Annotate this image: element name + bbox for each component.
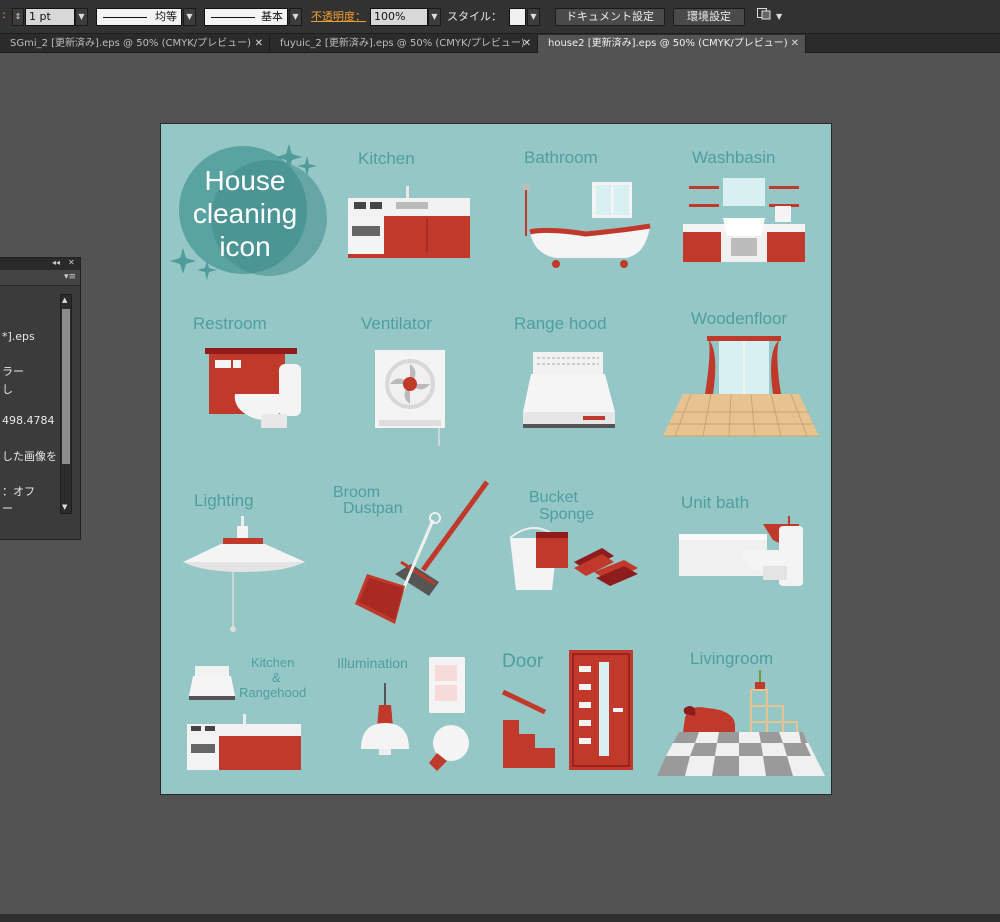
unitbath-label: Unit bath [681, 493, 750, 512]
opacity-label[interactable]: 不透明度： [311, 8, 366, 26]
illumination-icon [357, 657, 473, 781]
ventilator-label: Ventilator [361, 314, 432, 333]
rangehood-icon [521, 350, 617, 434]
page-title: House cleaning icon [175, 164, 315, 263]
profile-label: 均等 [155, 10, 177, 23]
washbasin-label: Washbasin [692, 148, 776, 167]
control-toolbar: : ⇕ 1 pt ▼ 均等 ▼ 基本 ▼ 不透明度： 100% ▼ スタイル： … [0, 0, 1000, 34]
close-icon[interactable]: ✕ [68, 258, 75, 267]
document-tab-bar: SGmi_2 [更新済み].eps @ 50% (CMYK/プレビュー) ✕ f… [0, 34, 1000, 53]
stroke-weight-dropdown[interactable]: ▼ [75, 8, 88, 26]
door-icon [501, 648, 637, 778]
panel-scrollbar[interactable]: ▲ ▼ [60, 294, 72, 514]
tab-label: house2 [更新済み].eps @ 50% (CMYK/プレビュー) [548, 38, 788, 49]
unitbath-icon [679, 514, 809, 592]
opacity-dropdown[interactable]: ▼ [428, 8, 441, 26]
washbasin-icon [681, 178, 807, 268]
rangehood-label: Range hood [514, 314, 607, 333]
tab-sgmi[interactable]: SGmi_2 [更新済み].eps @ 50% (CMYK/プレビュー) ✕ [0, 35, 270, 53]
artboard[interactable]: House cleaning icon Kitchen Bathroom Was… [160, 123, 832, 795]
panel-header[interactable]: ◂◂ ✕ [0, 258, 80, 270]
scroll-thumb[interactable] [62, 309, 70, 464]
restroom-icon [205, 346, 305, 436]
profile-dropdown[interactable]: ▼ [183, 8, 196, 26]
panel-text: 498.4784 [2, 414, 55, 427]
livingroom-icon [655, 668, 827, 780]
panel-text: し [2, 383, 13, 396]
panel-tab-strip: ▾≡ [0, 270, 80, 286]
restroom-label: Restroom [193, 314, 267, 333]
kitchen-label: Kitchen [358, 149, 415, 168]
panel-text: *].eps [2, 330, 35, 343]
preferences-button[interactable]: 環境設定 [673, 8, 745, 26]
close-icon[interactable]: ✕ [523, 35, 531, 53]
panel-text: ー [2, 502, 13, 515]
document-setup-button[interactable]: ドキュメント設定 [555, 8, 665, 26]
panel-text: した画像を [2, 450, 57, 463]
sponge-label: Sponge [539, 506, 595, 523]
title-line: cleaning [192, 198, 298, 229]
brush-definition[interactable]: 基本 [204, 8, 288, 26]
style-swatch[interactable] [509, 8, 526, 26]
kitchen-rangehood-icon [185, 662, 305, 778]
close-icon[interactable]: ✕ [791, 35, 799, 53]
arrange-documents-icon[interactable]: ▼ [757, 8, 787, 26]
scroll-down-icon[interactable]: ▼ [62, 503, 67, 511]
livingroom-label: Livingroom [690, 649, 774, 668]
close-icon[interactable]: ✕ [255, 35, 263, 53]
woodenfloor-icon [661, 336, 821, 442]
bucket-sponge-icon [506, 526, 646, 600]
style-label: スタイル： [447, 10, 502, 23]
brush-label: 基本 [261, 10, 283, 23]
lighting-icon [181, 516, 307, 638]
bathroom-icon [516, 180, 656, 276]
panel-text: ラー [2, 365, 24, 378]
tab-label: fuyuic_2 [更新済み].eps @ 50% (CMYK/プレビュー) [280, 38, 525, 49]
ventilator-icon [373, 348, 447, 452]
broom-dustpan-icon [349, 478, 495, 632]
scroll-up-icon[interactable]: ▲ [62, 296, 67, 304]
title-line: House [204, 165, 286, 196]
variable-width-profile[interactable]: 均等 [96, 8, 182, 26]
brush-dropdown[interactable]: ▼ [289, 8, 302, 26]
stroke-label-fragment: : [2, 8, 6, 21]
collapse-icon[interactable]: ◂◂ [52, 258, 60, 267]
panel-text: ：オフ [2, 485, 35, 498]
opacity-field[interactable]: 100% [370, 8, 428, 26]
tab-label: SGmi_2 [更新済み].eps @ 50% (CMYK/プレビュー) [10, 38, 252, 49]
title-line: icon [219, 231, 271, 262]
bathroom-label: Bathroom [524, 148, 598, 167]
bucket-label: Bucket [529, 489, 578, 506]
style-dropdown[interactable]: ▼ [527, 8, 540, 26]
lighting-label: Lighting [194, 491, 254, 510]
stroke-stepper[interactable]: ⇕ [12, 8, 24, 26]
tab-fuyuic[interactable]: fuyuic_2 [更新済み].eps @ 50% (CMYK/プレビュー) ✕ [270, 35, 538, 53]
stroke-weight-field[interactable]: 1 pt [25, 8, 75, 26]
tab-house2[interactable]: house2 [更新済み].eps @ 50% (CMYK/プレビュー) ✕ [538, 35, 806, 53]
panel-menu-icon[interactable]: ▾≡ [64, 272, 76, 282]
kitchen-icon [344, 182, 474, 262]
document-info-panel: ◂◂ ✕ ▾≡ *].eps ラー し 498.4784 した画像を ：オフ ー… [0, 257, 81, 540]
woodenfloor-label: Woodenfloor [691, 309, 788, 328]
status-bar [0, 914, 1000, 922]
